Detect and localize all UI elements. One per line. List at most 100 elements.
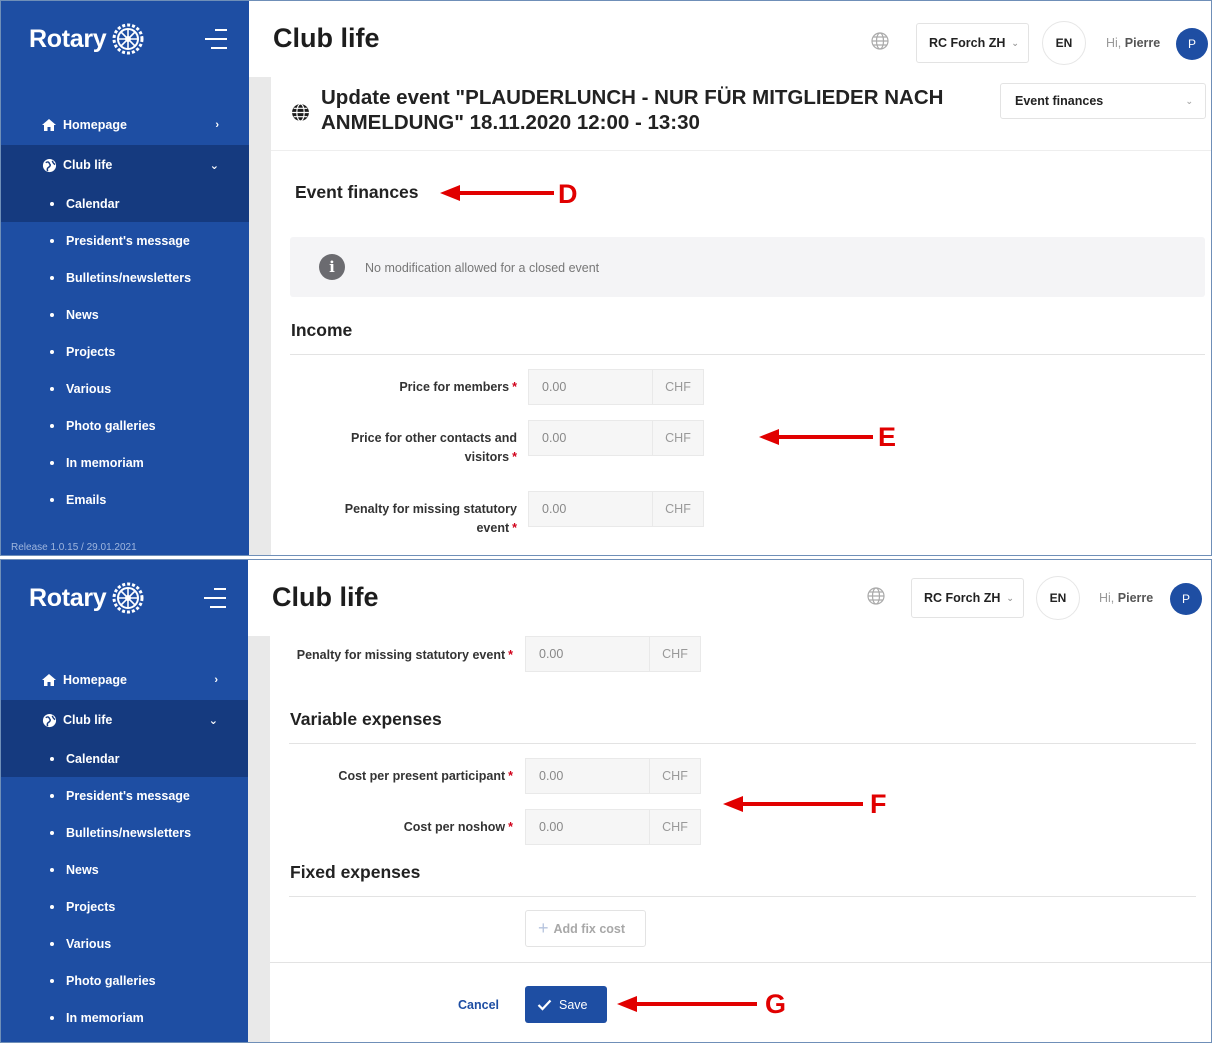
sidebar-item-photo-galleries[interactable]: Photo galleries xyxy=(1,962,248,999)
field-label-text: Cost per noshow xyxy=(403,820,506,834)
club-select[interactable]: RC Forch ZH ⌄ xyxy=(916,23,1029,63)
sidebar-item-various[interactable]: Various xyxy=(1,370,249,407)
club-select-value: RC Forch ZH xyxy=(929,36,1006,50)
chevron-right-icon: › xyxy=(215,119,219,131)
sidebar-item-label: Homepage xyxy=(63,673,127,687)
language-button[interactable]: EN xyxy=(1042,21,1086,65)
cost-present-field[interactable]: 0.00 CHF xyxy=(525,758,701,794)
currency-unit: CHF xyxy=(652,491,704,527)
field-value[interactable]: 0.00 xyxy=(528,420,652,456)
user-greeting: Hi, Pierre xyxy=(1106,36,1160,50)
sidebar: Rotary Homepage › Club life ⌄ Calendar P… xyxy=(1,1,249,555)
chevron-down-icon: ⌄ xyxy=(208,714,218,727)
sidebar-item-label: Calendar xyxy=(66,196,120,211)
penalty-label: Penalty for missing statutory event * xyxy=(296,648,513,662)
currency-unit: CHF xyxy=(652,369,704,405)
sidebar-item-club-life[interactable]: Club life ⌄ xyxy=(1,700,248,740)
sidebar-item-club-life[interactable]: Club life ⌄ xyxy=(1,145,249,185)
sidebar-item-label: Projects xyxy=(66,344,116,359)
income-heading: Income xyxy=(291,320,353,340)
sidebar-item-bulletins[interactable]: Bulletins/newsletters xyxy=(1,259,249,296)
screenshot-panel-top: Rotary Homepage › Club life ⌄ Calendar P… xyxy=(0,0,1212,556)
sidebar-item-emails[interactable]: Emails xyxy=(1,481,249,518)
price-members-label: Price for members * xyxy=(399,380,517,394)
globe-icon xyxy=(292,103,309,122)
greeting-prefix: Hi, xyxy=(1106,36,1122,50)
avatar[interactable]: P xyxy=(1176,28,1208,60)
content-gutter xyxy=(249,77,271,555)
divider xyxy=(289,896,1196,897)
sidebar-item-label: News xyxy=(66,307,99,322)
save-button[interactable]: Save xyxy=(525,986,607,1023)
penalty-field[interactable]: 0.00 CHF xyxy=(525,636,701,672)
sidebar-item-label: Photo galleries xyxy=(66,973,156,988)
price-members-field[interactable]: 0.00 CHF xyxy=(528,369,704,405)
field-label-text: Price for other contacts and visitors xyxy=(350,431,517,464)
chevron-down-icon: ⌄ xyxy=(209,159,219,172)
price-visitors-field[interactable]: 0.00 CHF xyxy=(528,420,704,456)
sidebar-item-calendar[interactable]: Calendar xyxy=(1,185,249,222)
home-icon xyxy=(41,672,57,688)
event-section-select[interactable]: Event finances ⌄ xyxy=(1000,83,1206,119)
sidebar-logo-area: Rotary xyxy=(1,1,249,77)
page-title: Club life xyxy=(273,23,380,53)
field-value[interactable]: 0.00 xyxy=(525,636,649,672)
chevron-down-icon: ⌄ xyxy=(1006,592,1014,603)
penalty-field[interactable]: 0.00 CHF xyxy=(528,491,704,527)
language-button[interactable]: EN xyxy=(1036,576,1080,620)
home-icon xyxy=(41,117,57,133)
sidebar-item-label: In memoriam xyxy=(66,455,144,470)
sidebar-item-projects[interactable]: Projects xyxy=(1,333,249,370)
menu-toggle-icon[interactable] xyxy=(204,588,226,608)
main-content: Update event "PLAUDERLUNCH - NUR FÜR MIT… xyxy=(271,77,1211,555)
penalty-label: Penalty for missing statutory event * xyxy=(344,502,517,535)
globe-icon xyxy=(41,157,57,173)
cancel-button[interactable]: Cancel xyxy=(458,998,499,1012)
sidebar-item-news[interactable]: News xyxy=(1,296,249,333)
sidebar-item-in-memoriam[interactable]: In memoriam xyxy=(1,999,248,1036)
sidebar-item-label: Club life xyxy=(63,158,113,172)
field-value[interactable]: 0.00 xyxy=(525,809,649,845)
rotary-wheel-icon xyxy=(112,582,144,614)
event-section-value: Event finances xyxy=(1015,94,1104,108)
annotation-arrow-f xyxy=(723,796,863,812)
sidebar-item-bulletins[interactable]: Bulletins/newsletters xyxy=(1,814,248,851)
notice-text: No modification allowed for a closed eve… xyxy=(365,261,600,275)
event-header: Update event "PLAUDERLUNCH - NUR FÜR MIT… xyxy=(271,77,1211,151)
cost-noshow-field[interactable]: 0.00 CHF xyxy=(525,809,701,845)
sidebar-item-homepage[interactable]: Homepage › xyxy=(1,105,249,145)
field-value[interactable]: 0.00 xyxy=(525,758,649,794)
sidebar-item-presidents-message[interactable]: President's message xyxy=(1,222,249,259)
sidebar-item-label: Club life xyxy=(63,713,113,727)
sidebar-item-label: Projects xyxy=(66,899,116,914)
sidebar-item-photo-galleries[interactable]: Photo galleries xyxy=(1,407,249,444)
add-fix-cost-button[interactable]: + Add fix cost xyxy=(525,910,646,947)
field-value[interactable]: 0.00 xyxy=(528,491,652,527)
sidebar-item-homepage[interactable]: Homepage › xyxy=(1,660,248,700)
sidebar-item-label: Homepage xyxy=(63,118,127,132)
sidebar-item-calendar[interactable]: Calendar xyxy=(1,740,248,777)
field-label-text: Penalty for missing statutory event xyxy=(296,648,506,662)
rotary-logo-text: Rotary xyxy=(29,583,107,612)
sidebar-item-in-memoriam[interactable]: In memoriam xyxy=(1,444,249,481)
fixed-expenses-heading: Fixed expenses xyxy=(290,862,421,882)
sidebar-item-label: Bulletins/newsletters xyxy=(66,270,192,285)
globe-icon xyxy=(41,712,57,728)
currency-unit: CHF xyxy=(649,636,701,672)
sidebar-item-presidents-message[interactable]: President's message xyxy=(1,777,248,814)
sidebar-item-news[interactable]: News xyxy=(1,851,248,888)
globe-icon[interactable] xyxy=(871,32,889,50)
sidebar-item-various[interactable]: Various xyxy=(1,925,248,962)
sidebar-item-projects[interactable]: Projects xyxy=(1,888,248,925)
avatar[interactable]: P xyxy=(1170,583,1202,615)
field-value[interactable]: 0.00 xyxy=(528,369,652,405)
chevron-right-icon: › xyxy=(214,674,218,686)
sidebar-item-label: President's message xyxy=(66,788,190,803)
club-select-value: RC Forch ZH xyxy=(924,591,1001,605)
menu-toggle-icon[interactable] xyxy=(205,29,227,49)
sidebar: Rotary Homepage › Club life ⌄ Calendar P… xyxy=(1,560,248,1042)
top-header: Club life RC Forch ZH ⌄ EN Hi, Pierre P xyxy=(248,560,1211,636)
chevron-down-icon: ⌄ xyxy=(1011,37,1019,48)
club-select[interactable]: RC Forch ZH ⌄ xyxy=(911,578,1024,618)
globe-icon[interactable] xyxy=(867,587,885,605)
